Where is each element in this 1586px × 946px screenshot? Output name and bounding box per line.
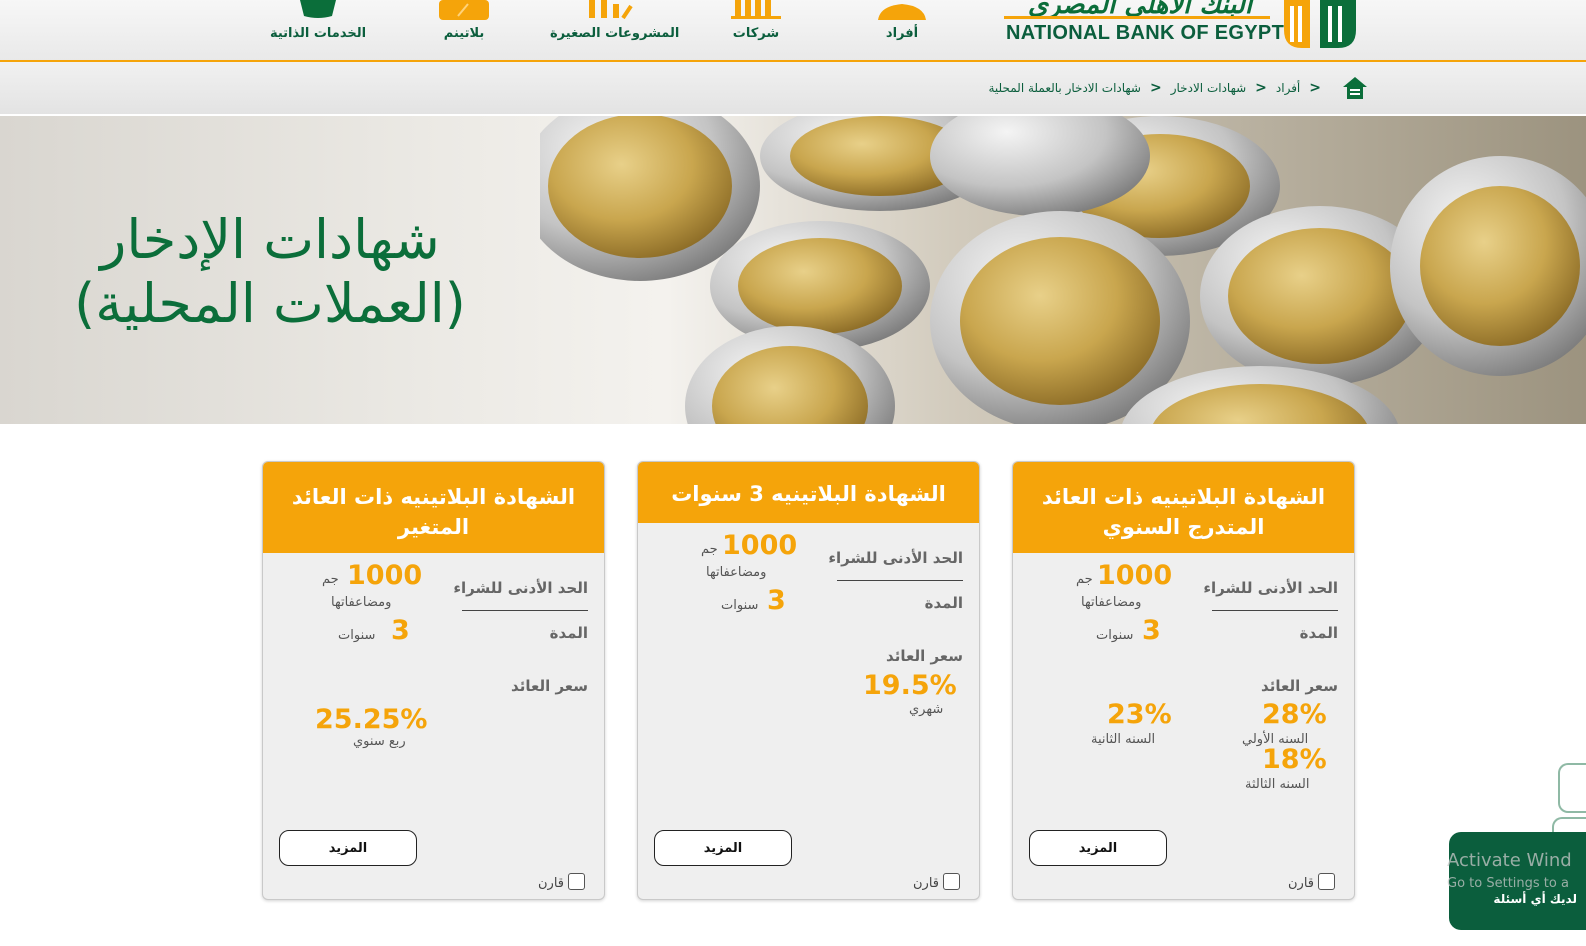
hero-banner: شهادات الإدخار (العملات المحلية) [0,116,1586,424]
certificate-card-3-years: الشهادة البلاتينيه 3 سنوات الحد الأدنى ل… [637,461,980,900]
breadcrumb-separator: > [1309,80,1321,96]
min-purchase-unit: جم [701,542,718,557]
card-title-line2: المتدرج السنوي [1102,515,1265,539]
top-header: الخدمات الذاتية بلاتينم المشروعات الصغير… [0,0,1586,62]
rate-value-year2: 23% [1107,699,1172,730]
rate-note-quarterly: ربع سنوي [353,734,406,749]
min-purchase-label: الحد الأدنى للشراء [828,549,963,567]
card-header: الشهادة البلاتينيه ذات العائد المتدرج ال… [1013,462,1354,553]
min-purchase-unit: جم [322,572,339,587]
card-header: الشهادة البلاتينيه ذات العائد المتغير [263,462,604,553]
card-title-line1: الشهادة البلاتينيه 3 سنوات [671,482,946,506]
home-icon[interactable] [1342,76,1368,100]
breadcrumb-separator: > [1255,80,1267,96]
compare-label: قارن [1288,876,1314,891]
compare-checkbox[interactable] [1318,873,1335,890]
nav-label: بلاتينم [443,26,485,41]
windows-activation-watermark-sub: Go to Settings to a [1447,876,1569,891]
term-unit: سنوات [338,628,376,643]
nav-label: شركات [732,26,780,41]
rate-value-year1: 28% [1262,699,1327,730]
breadcrumb: > أفراد > شهادات الادخار > شهادات الادخا… [0,62,1586,114]
rate-label: سعر العائد [886,647,963,665]
term-value: 3 [1142,615,1161,646]
rate-note-monthly: شهري [909,702,944,717]
certificate-card-variable: الشهادة البلاتينيه ذات العائد المتغير ال… [262,461,605,900]
more-button[interactable]: المزيد [654,830,792,866]
nav-label: المشروعات الصغيرة [550,26,680,41]
min-purchase-note: ومضاعفاتها [331,595,392,610]
min-purchase-unit: جم [1076,572,1093,587]
rate-label: سعر العائد [511,677,588,695]
breadcrumb-separator: > [1150,80,1162,96]
nav-item-personal[interactable]: أفراد [842,0,962,60]
coins-image [540,116,1586,424]
nav-item-self-service[interactable]: الخدمات الذاتية [258,0,378,60]
breadcrumb-item-local-currency: شهادات الادخار بالعملة المحلية [988,81,1141,95]
side-feedback-tab[interactable] [1558,763,1586,813]
windows-activation-watermark: Activate Wind [1447,850,1572,871]
rate-value-year3: 18% [1262,744,1327,775]
term-label: المدة [549,624,588,642]
min-purchase-value: 1000 [1097,560,1173,591]
card-header: الشهادة البلاتينيه 3 سنوات [638,462,979,523]
rate-note-year3: السنه الثالثة [1245,777,1310,792]
certificate-card-graduated: الشهادة البلاتينيه ذات العائد المتدرج ال… [1012,461,1355,900]
min-purchase-label: الحد الأدنى للشراء [1203,579,1338,597]
compare-checkbox[interactable] [943,873,960,890]
min-purchase-note: ومضاعفاتها [706,565,767,580]
term-value: 3 [391,615,410,646]
divider [462,610,588,611]
nav-item-corporate[interactable]: شركات [696,0,816,60]
more-button[interactable]: المزيد [279,830,417,866]
min-purchase-label: الحد الأدنى للشراء [453,579,588,597]
min-purchase-value: 1000 [722,530,798,561]
divider [837,580,963,581]
nav-item-small-business[interactable]: المشروعات الصغيرة [550,0,680,60]
compare-label: قارن [538,876,564,891]
compare-label: قارن [913,876,939,891]
card-title-line1: الشهادة البلاتينيه ذات العائد [1041,485,1326,509]
term-unit: سنوات [1096,628,1134,643]
coin-cluster [540,116,1586,424]
breadcrumb-item-savings[interactable]: شهادات الادخار [1171,81,1246,95]
divider [1212,610,1338,611]
card-title-line1: الشهادة البلاتينيه ذات العائد [291,485,576,509]
nav-item-platinum[interactable]: بلاتينم [404,0,524,60]
logo-arabic-text: البنك الأهلي المصري [1027,0,1253,16]
chat-label: لديك أي أسئلة [1493,892,1577,906]
hero-title-line2: (العملات المحلية) [74,272,466,335]
min-purchase-note: ومضاعفاتها [1081,595,1142,610]
platinum-icon [439,0,489,20]
compare-checkbox[interactable] [568,873,585,890]
hero-title: شهادات الإدخار (العملات المحلية) [30,208,510,336]
term-value: 3 [767,585,786,616]
bank-logo[interactable]: البنك الأهلي المصري NATIONAL BANK OF EGY… [1004,0,1364,56]
rate-value-quarterly: 25.25% [315,704,428,735]
min-purchase-value: 1000 [347,560,423,591]
small-business-icon [589,0,633,20]
rate-note-year2: السنه الثانية [1091,732,1156,747]
self-service-icon [300,0,336,18]
hero-title-line1: شهادات الإدخار [100,208,440,271]
term-label: المدة [1299,624,1338,642]
rate-value-monthly: 19.5% [863,670,957,701]
breadcrumb-item-personal[interactable]: أفراد [1276,81,1300,95]
nav-label: أفراد [885,26,919,41]
more-button[interactable]: المزيد [1029,830,1167,866]
logo-underline [1004,16,1270,19]
logo-english-text: NATIONAL BANK OF EGYPT [1006,22,1285,44]
term-unit: سنوات [721,598,759,613]
rate-label: سعر العائد [1261,677,1338,695]
bank-emblem-icon [1284,0,1356,48]
nav-label: الخدمات الذاتية [269,26,367,41]
corporate-icon [731,0,781,19]
card-title-line2: المتغير [397,515,470,539]
term-label: المدة [924,594,963,612]
personal-icon [878,4,926,20]
